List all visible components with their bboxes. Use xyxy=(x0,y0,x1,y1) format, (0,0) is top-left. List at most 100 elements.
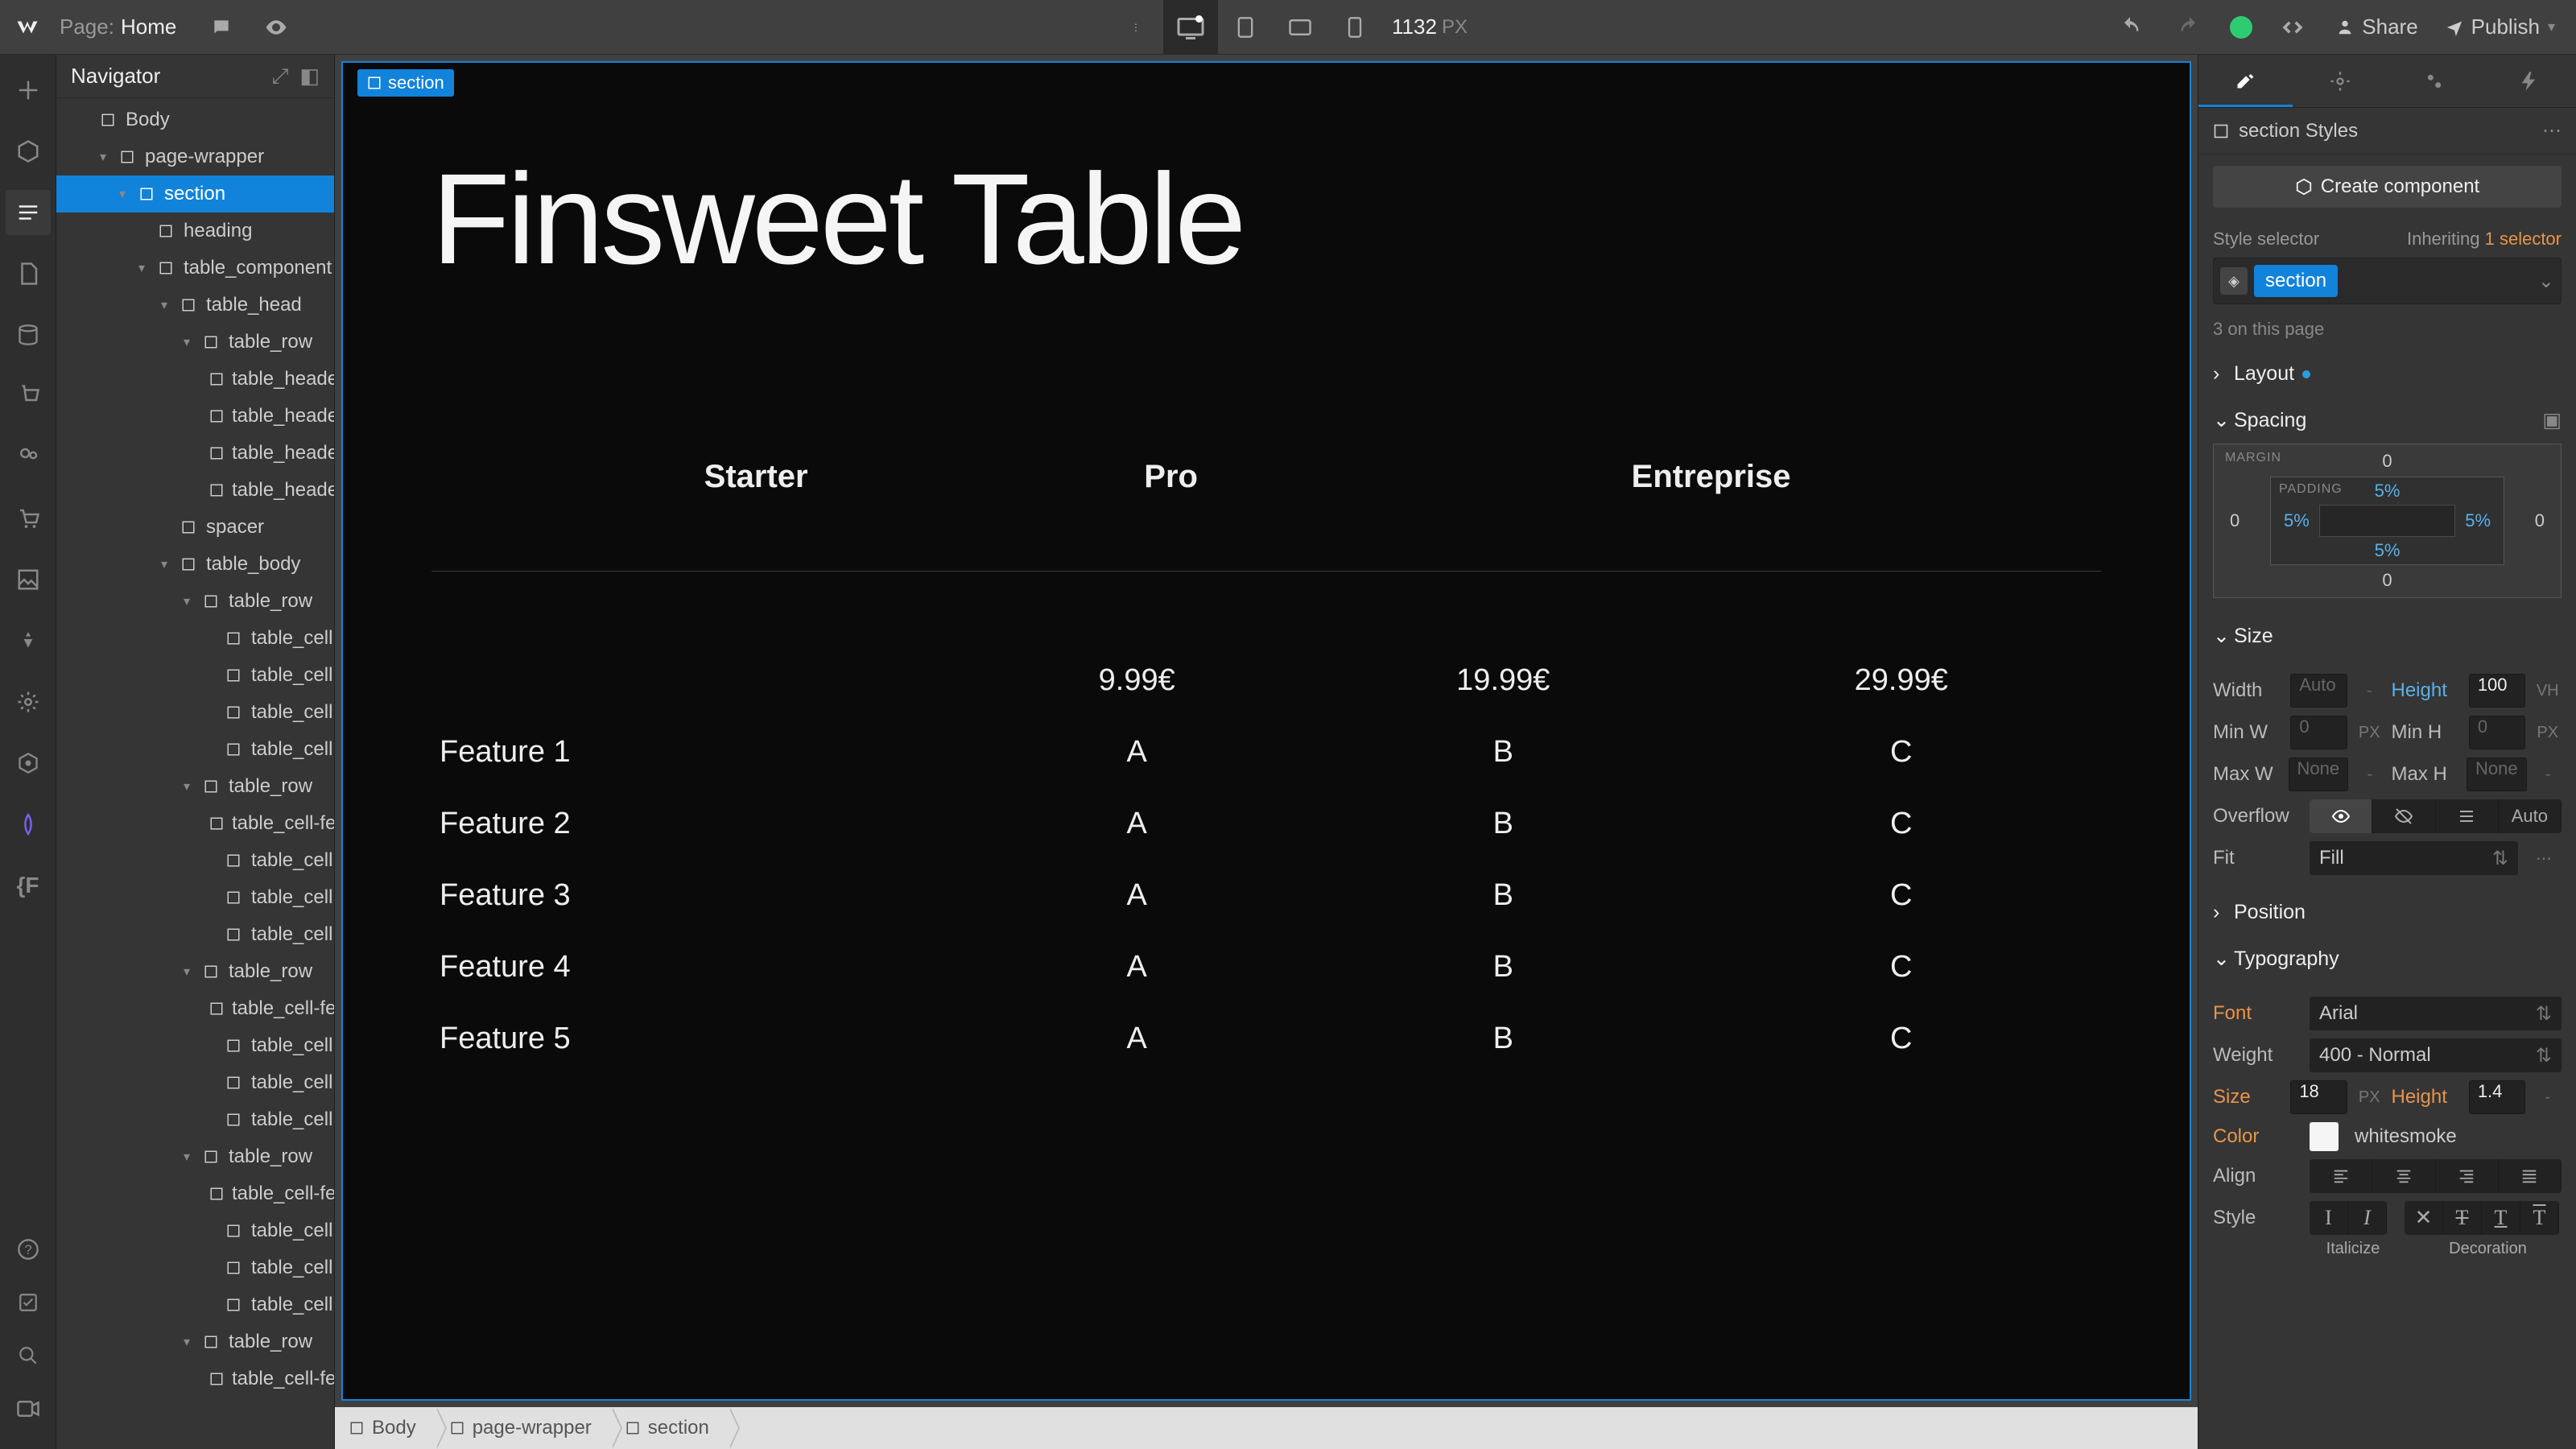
align-justify-icon[interactable] xyxy=(2499,1159,2562,1193)
pages-icon[interactable] xyxy=(6,251,51,296)
tree-row-table_cell[interactable]: table_cell xyxy=(56,1064,334,1101)
tree-row-section[interactable]: ▾section xyxy=(56,175,334,213)
tree-row-table_header[interactable]: table_header xyxy=(56,435,334,472)
code-icon[interactable] xyxy=(2265,0,2320,55)
color-swatch[interactable] xyxy=(2310,1122,2339,1151)
tree-row-table_cell-feat[interactable]: table_cell-feat xyxy=(56,805,334,842)
column-header[interactable]: Starter xyxy=(493,441,1019,535)
tree-row-table_header[interactable]: table_header xyxy=(56,361,334,398)
tree-row-table_header[interactable]: table_header xyxy=(56,398,334,435)
cart-icon[interactable] xyxy=(6,496,51,541)
tree-row-table_cell[interactable]: table_cell xyxy=(56,731,334,768)
canvas[interactable]: section Finsweet Table StarterProEntrepr… xyxy=(341,61,2191,1401)
create-component-button[interactable]: Create component xyxy=(2213,166,2562,208)
cms-icon[interactable] xyxy=(6,312,51,357)
crumb-Body[interactable]: Body xyxy=(335,1407,436,1449)
tree-row-table_cell[interactable]: table_cell xyxy=(56,1212,334,1249)
tree-row-table_row[interactable]: ▾table_row xyxy=(56,324,334,361)
style-italic-icon[interactable]: I xyxy=(2348,1201,2387,1235)
tree-row-table_component[interactable]: ▾table_component xyxy=(56,250,334,287)
overflow-visible-icon[interactable] xyxy=(2310,799,2372,833)
table-cell[interactable]: A xyxy=(970,932,1303,1002)
table-cell[interactable]: Feature 1 xyxy=(433,717,968,787)
fit-more-icon[interactable]: ⋯ xyxy=(2526,848,2562,869)
maxh-input[interactable]: None xyxy=(2467,758,2527,791)
padding-bottom[interactable]: 5% xyxy=(2375,540,2401,561)
inheriting-count[interactable]: 1 selector xyxy=(2485,229,2562,249)
layout-section-header[interactable]: ›Layout xyxy=(2198,351,2576,397)
chevron-down-icon[interactable]: ⌄ xyxy=(2538,270,2554,293)
tree-row-heading[interactable]: heading xyxy=(56,213,334,250)
margin-right[interactable]: 0 xyxy=(2535,510,2545,531)
tree-row-spacer[interactable]: spacer xyxy=(56,509,334,546)
table-cell[interactable]: B xyxy=(1305,1004,1701,1074)
table-cell[interactable]: C xyxy=(1703,932,2099,1002)
tree-row-table_row[interactable]: ▾table_row xyxy=(56,953,334,990)
tree-row-table_cell[interactable]: table_cell xyxy=(56,1249,334,1286)
undo-icon[interactable] xyxy=(2103,0,2157,55)
table-cell[interactable]: B xyxy=(1305,932,1701,1002)
tab-style-icon[interactable] xyxy=(2198,55,2293,107)
position-section-header[interactable]: ›Position xyxy=(2198,890,2576,935)
users-icon[interactable] xyxy=(6,435,51,480)
height-input[interactable]: 100 xyxy=(2469,674,2526,708)
tree-row-table_row[interactable]: ▾table_row xyxy=(56,1138,334,1175)
width-input[interactable]: Auto xyxy=(2290,674,2347,708)
publish-button[interactable]: Publish▾ xyxy=(2434,14,2566,39)
tree-row-table_cell[interactable]: table_cell xyxy=(56,1286,334,1323)
redo-icon[interactable] xyxy=(2162,0,2217,55)
padding-left[interactable]: 5% xyxy=(2284,510,2310,531)
table-cell[interactable]: B xyxy=(1305,789,1701,859)
add-element-icon[interactable] xyxy=(6,68,51,113)
line-height-input[interactable]: 1.4 xyxy=(2469,1080,2526,1114)
share-button[interactable]: Share xyxy=(2325,14,2429,39)
more-icon[interactable]: ⋯ xyxy=(2542,119,2562,142)
align-left-icon[interactable] xyxy=(2310,1159,2372,1193)
font-size-input[interactable]: 18 xyxy=(2290,1080,2347,1114)
settings-icon[interactable] xyxy=(6,679,51,724)
crumb-page-wrapper[interactable]: page-wrapper xyxy=(436,1407,611,1449)
search-icon[interactable] xyxy=(6,1333,51,1378)
comments-icon[interactable] xyxy=(194,0,249,55)
fit-select[interactable]: Fill⇅ xyxy=(2310,841,2518,875)
price-cell[interactable]: 29.99€ xyxy=(1703,646,2099,716)
tree-row-table_cell[interactable]: table_cell xyxy=(56,1101,334,1138)
table-cell[interactable]: B xyxy=(1305,717,1701,787)
spacing-section-header[interactable]: ⌄Spacing ▣ xyxy=(2198,397,2576,444)
selector-chip[interactable]: section xyxy=(2254,265,2338,297)
typography-section-header[interactable]: ⌄Typography xyxy=(2198,935,2576,982)
table-cell[interactable]: Feature 5 xyxy=(433,1004,968,1074)
tab-effects-icon[interactable] xyxy=(2482,55,2576,107)
spacing-editor[interactable]: MARGIN 0 0 0 0 PADDING 5% 5% 5% 5% xyxy=(2198,444,2576,613)
minh-input[interactable]: 0 xyxy=(2469,716,2526,749)
tree-row-table_row[interactable]: ▾table_row xyxy=(56,1323,334,1360)
ecommerce-icon[interactable] xyxy=(6,374,51,419)
selector-state-icon[interactable]: ◈ xyxy=(2220,267,2248,295)
table-cell[interactable]: A xyxy=(970,717,1303,787)
more-vert-icon[interactable]: ⋮ xyxy=(1108,0,1163,55)
tree-row-page-wrapper[interactable]: ▾page-wrapper xyxy=(56,138,334,175)
table-cell[interactable]: A xyxy=(970,789,1303,859)
tree-row-table_cell[interactable]: table_cell xyxy=(56,657,334,694)
webflow-logo-icon[interactable] xyxy=(10,10,45,45)
deco-underline-icon[interactable]: T xyxy=(2482,1201,2520,1235)
table-cell[interactable]: Feature 2 xyxy=(433,789,968,859)
column-header[interactable] xyxy=(433,441,491,535)
page-heading[interactable]: Finsweet Table xyxy=(431,151,2101,287)
tree-row-table_row[interactable]: ▾table_row xyxy=(56,583,334,620)
tree-row-table_cell[interactable]: table_cell xyxy=(56,1027,334,1064)
breakpoint-tablet-icon[interactable] xyxy=(1218,0,1273,55)
table-cell[interactable]: Feature 3 xyxy=(433,861,968,931)
tree-row-table_cell-feat[interactable]: table_cell-feat xyxy=(56,1360,334,1397)
table-cell[interactable]: Feature 4 xyxy=(433,932,968,1002)
table-cell[interactable]: C xyxy=(1703,789,2099,859)
color-value[interactable]: whitesmoke xyxy=(2355,1125,2562,1148)
audit-icon[interactable] xyxy=(6,1280,51,1325)
overflow-scroll-icon[interactable] xyxy=(2436,799,2499,833)
tree-row-table_cell[interactable]: table_cell xyxy=(56,842,334,879)
variables-icon[interactable] xyxy=(6,741,51,786)
tree-row-table_header[interactable]: table_header xyxy=(56,472,334,509)
apps-icon[interactable] xyxy=(6,618,51,663)
deco-overline-icon[interactable]: T xyxy=(2520,1201,2559,1235)
price-cell[interactable]: 19.99€ xyxy=(1305,646,1701,716)
